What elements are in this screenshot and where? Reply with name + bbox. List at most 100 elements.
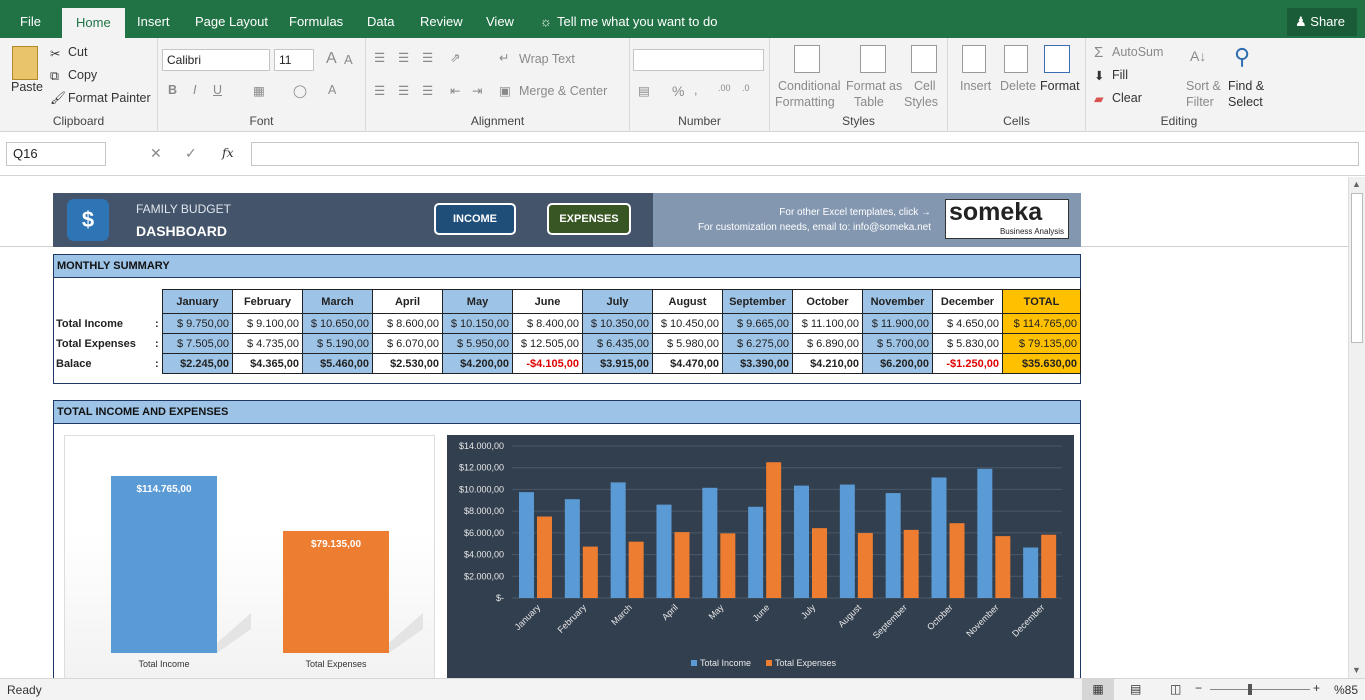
summary-cell[interactable]: $ 5.830,00 (932, 333, 1003, 354)
summary-cell[interactable]: $6.200,00 (862, 353, 933, 374)
page-layout-view-icon[interactable]: ▤ (1130, 682, 1141, 696)
sort-filter-line2[interactable]: Filter (1186, 95, 1214, 109)
summary-cell[interactable]: $4.365,00 (232, 353, 303, 374)
total-bar[interactable] (111, 476, 217, 653)
summary-cell[interactable]: $ 5.950,00 (442, 333, 513, 354)
zoom-in-icon[interactable]: + (1313, 681, 1320, 695)
summary-cell[interactable]: $ 12.505,00 (512, 333, 583, 354)
zoom-slider[interactable] (1210, 689, 1310, 690)
align-center-icon[interactable]: ☰ (398, 83, 409, 98)
expense-bar[interactable] (720, 533, 736, 598)
font-size-select[interactable]: 11 (274, 49, 314, 71)
shrink-font-icon[interactable]: A (344, 52, 353, 67)
normal-view-icon[interactable]: ▦ (1082, 679, 1114, 700)
summary-cell[interactable]: $ 6.275,00 (722, 333, 793, 354)
insert-cells-icon[interactable] (962, 45, 986, 73)
bold-icon[interactable]: B (168, 83, 177, 97)
insert-cells-button[interactable]: Insert (960, 79, 991, 93)
summary-cell[interactable]: $ 79.135,00 (1002, 333, 1081, 354)
scroll-down-icon[interactable]: ▼ (1352, 665, 1361, 675)
cell-styles-line2[interactable]: Styles (904, 95, 938, 109)
cell-styles-line1[interactable]: Cell (914, 79, 936, 93)
summary-cell[interactable]: $ 10.450,00 (652, 313, 723, 334)
wrap-text-icon[interactable]: ↵ (499, 50, 509, 65)
scissors-icon[interactable]: ✂ (50, 46, 60, 61)
decrease-indent-icon[interactable]: ⇤ (450, 83, 460, 98)
find-select-line2[interactable]: Select (1228, 95, 1263, 109)
summary-cell[interactable]: $ 10.350,00 (582, 313, 653, 334)
fill-button[interactable]: Fill (1112, 68, 1128, 82)
expense-bar[interactable] (766, 462, 782, 598)
grow-font-icon[interactable]: A (326, 50, 337, 68)
income-bar[interactable] (931, 477, 947, 598)
expense-bar[interactable] (537, 516, 552, 598)
format-cells-button[interactable]: Format (1040, 79, 1080, 93)
income-bar[interactable] (794, 485, 809, 598)
scroll-thumb[interactable] (1351, 193, 1363, 343)
format-cells-icon[interactable] (1044, 45, 1070, 73)
summary-cell[interactable]: $2.245,00 (162, 353, 233, 374)
income-bar[interactable] (839, 484, 855, 598)
enter-icon[interactable]: ✓ (185, 145, 197, 162)
tab-review[interactable]: Review (420, 0, 463, 38)
income-bar[interactable] (702, 487, 718, 598)
fill-color-icon[interactable]: ◯ (293, 83, 307, 98)
merge-icon[interactable]: ▣ (499, 83, 511, 98)
percent-icon[interactable]: % (672, 83, 684, 99)
income-button[interactable]: INCOME (434, 203, 516, 235)
summary-cell[interactable]: $ 5.980,00 (652, 333, 723, 354)
tab-page-layout[interactable]: Page Layout (195, 0, 268, 38)
cell-styles-icon[interactable] (911, 45, 937, 73)
summary-cell[interactable]: $3.390,00 (722, 353, 793, 374)
zoom-slider-thumb[interactable] (1248, 684, 1252, 695)
font-color-icon[interactable]: A (328, 83, 336, 97)
expense-bar[interactable] (995, 536, 1011, 598)
summary-cell[interactable]: $ 10.650,00 (302, 313, 373, 334)
tab-file[interactable]: File (20, 0, 41, 38)
copy-button[interactable]: Copy (68, 68, 97, 82)
expense-bar[interactable] (674, 532, 690, 598)
conditional-formatting-icon[interactable] (794, 45, 820, 73)
clear-button[interactable]: Clear (1112, 91, 1142, 105)
worksheet[interactable]: $ FAMILY BUDGET DASHBOARD INCOME EXPENSE… (0, 177, 1348, 678)
paste-icon[interactable] (12, 46, 38, 80)
find-select-line1[interactable]: Find & (1228, 79, 1264, 93)
align-right-icon[interactable]: ☰ (422, 83, 433, 98)
income-bar[interactable] (564, 499, 580, 598)
summary-cell[interactable]: $ 11.100,00 (792, 313, 863, 334)
summary-cell[interactable]: $ 8.400,00 (512, 313, 583, 334)
wrap-text-button[interactable]: Wrap Text (519, 52, 575, 66)
summary-cell[interactable]: -$4.105,00 (512, 353, 583, 374)
summary-cell[interactable]: $ 5.190,00 (302, 333, 373, 354)
font-name-select[interactable]: Calibri (162, 49, 270, 71)
tab-view[interactable]: View (486, 0, 514, 38)
align-middle-icon[interactable]: ☰ (398, 50, 409, 65)
summary-cell[interactable]: $2.530,00 (372, 353, 443, 374)
format-as-table-line1[interactable]: Format as (846, 79, 902, 93)
summary-cell[interactable]: $ 6.890,00 (792, 333, 863, 354)
zoom-level[interactable]: %85 (1334, 683, 1358, 697)
conditional-formatting-line1[interactable]: Conditional (778, 79, 841, 93)
tab-data[interactable]: Data (367, 0, 394, 38)
scroll-up-icon[interactable]: ▲ (1352, 179, 1361, 189)
copy-icon[interactable]: ⧉ (50, 69, 59, 84)
vertical-scrollbar[interactable]: ▲ ▼ (1348, 177, 1365, 678)
income-bar[interactable] (519, 492, 534, 598)
income-bar[interactable] (656, 504, 672, 598)
orientation-icon[interactable]: ⇗ (450, 50, 460, 65)
summary-cell[interactable]: $ 9.100,00 (232, 313, 303, 334)
summary-cell[interactable]: $4.210,00 (792, 353, 863, 374)
format-painter-button[interactable]: Format Painter (68, 91, 151, 105)
conditional-formatting-line2[interactable]: Formatting (775, 95, 835, 109)
italic-icon[interactable]: I (193, 83, 196, 97)
summary-cell[interactable]: $ 6.070,00 (372, 333, 443, 354)
tab-insert[interactable]: Insert (137, 0, 170, 38)
magnifier-icon[interactable]: ⚲ (1234, 44, 1250, 70)
align-top-icon[interactable]: ☰ (374, 50, 385, 65)
summary-cell[interactable]: $ 10.150,00 (442, 313, 513, 334)
summary-cell[interactable]: $ 8.600,00 (372, 313, 443, 334)
sort-filter-icon[interactable]: A↓ (1190, 48, 1206, 64)
underline-icon[interactable]: U (213, 83, 222, 97)
delete-cells-icon[interactable] (1004, 45, 1028, 73)
eraser-icon[interactable]: ▰ (1094, 91, 1104, 106)
